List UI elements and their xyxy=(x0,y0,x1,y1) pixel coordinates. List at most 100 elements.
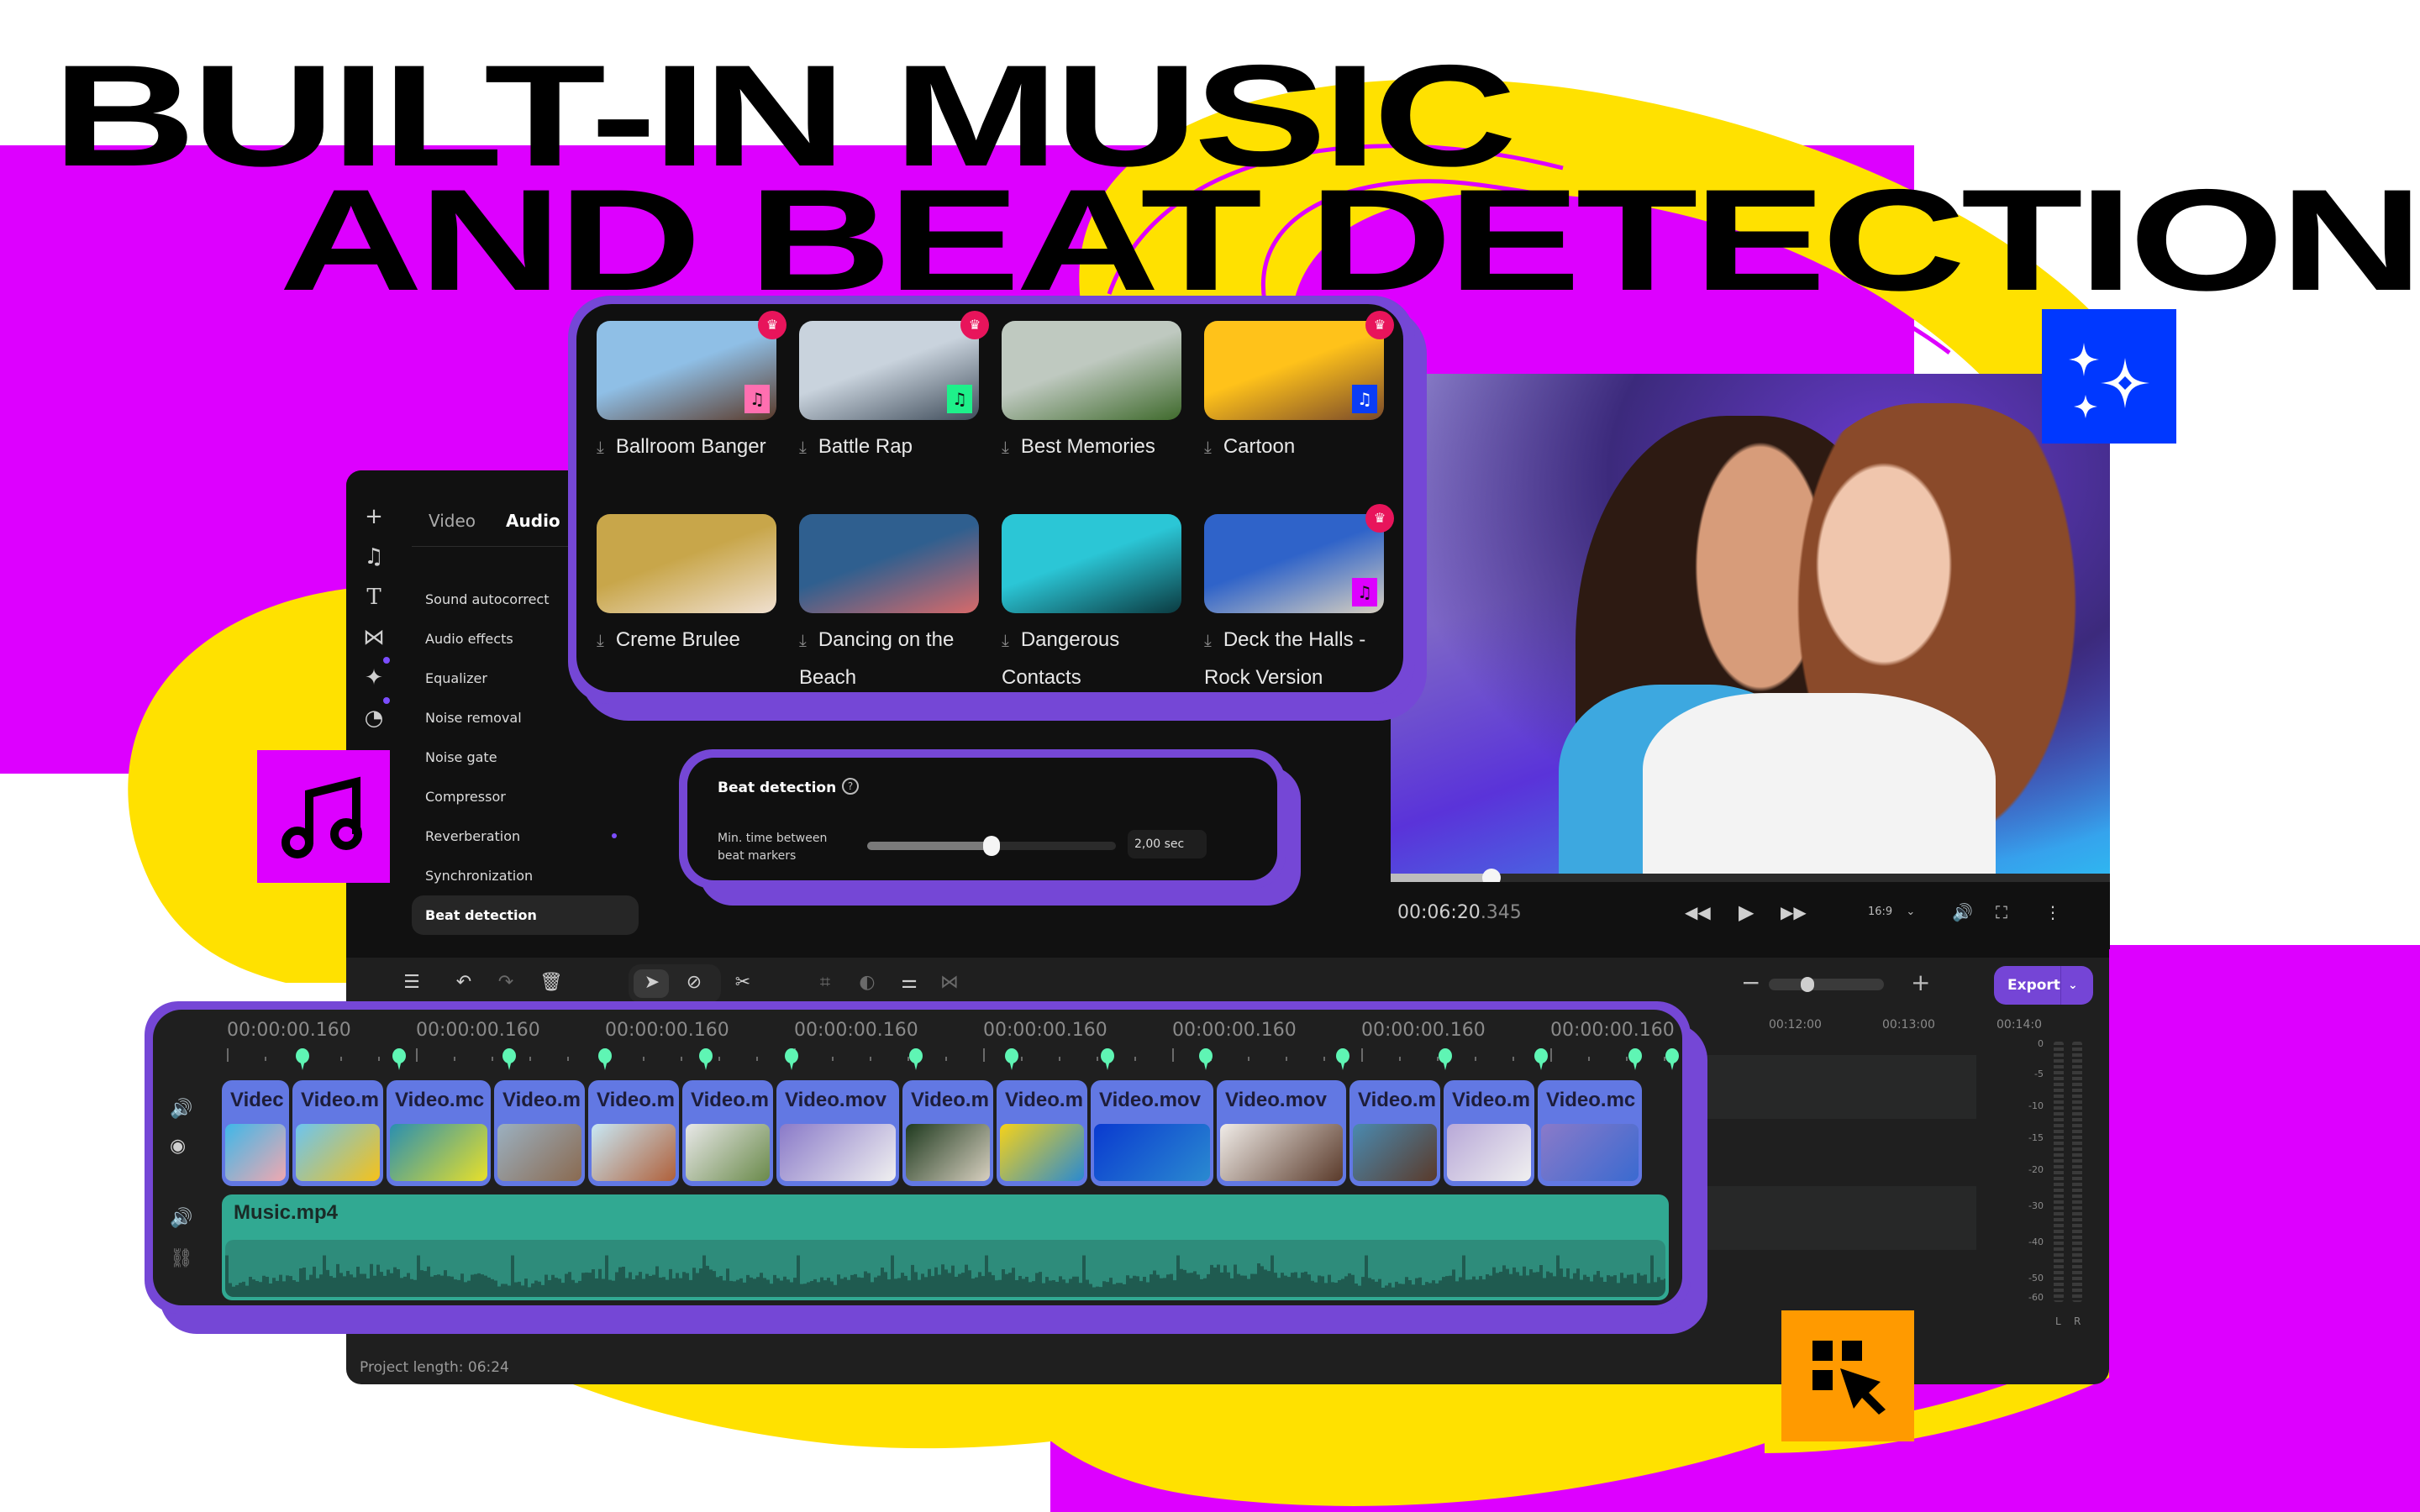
video-clip[interactable]: Video.mov xyxy=(776,1080,899,1186)
playback-scrubber[interactable] xyxy=(1391,869,2110,887)
download-icon[interactable]: ⤓ xyxy=(799,632,807,650)
video-clip[interactable]: Video.m xyxy=(1349,1080,1440,1186)
beat-marker[interactable] xyxy=(598,1048,612,1070)
download-icon[interactable]: ⤓ xyxy=(799,438,807,457)
beat-marker[interactable] xyxy=(1101,1048,1114,1070)
cut-icon[interactable]: ✂ xyxy=(729,969,756,996)
download-icon[interactable]: ⤓ xyxy=(597,632,604,650)
tab-audio[interactable]: Audio xyxy=(506,511,560,531)
select-icon[interactable]: ➤ xyxy=(639,969,666,996)
aspect-ratio-select[interactable]: 16:9 ⌄ xyxy=(1868,906,1915,918)
clip-thumbnail xyxy=(497,1124,581,1181)
fast-forward-icon[interactable]: ▶▶ xyxy=(1781,900,1807,924)
beat-marker[interactable] xyxy=(1199,1048,1213,1070)
stickers-icon[interactable]: ◔ xyxy=(361,706,387,731)
music-track-card[interactable]: ♫ ⤓ Ballroom Banger xyxy=(597,321,776,466)
download-icon[interactable]: ⤓ xyxy=(1002,438,1009,457)
video-clip[interactable]: Video.m xyxy=(902,1080,993,1186)
zoom-out-button[interactable]: − xyxy=(1741,971,1760,995)
video-clip[interactable]: Videc xyxy=(222,1080,289,1186)
export-button[interactable]: Export ⌄ xyxy=(1994,966,2093,1005)
beat-marker[interactable] xyxy=(1439,1048,1452,1070)
zoom-slider-thumb[interactable] xyxy=(1801,977,1815,992)
unlink-icon[interactable]: ⛓ xyxy=(170,1248,193,1269)
sidebar-item-reverberation[interactable]: Reverberation xyxy=(412,816,639,856)
video-clip[interactable]: Video.m xyxy=(494,1080,585,1186)
color-icon[interactable]: ◐ xyxy=(854,969,881,996)
beat-marker[interactable] xyxy=(1665,1048,1679,1070)
video-clip[interactable]: Video.m xyxy=(997,1080,1087,1186)
ruler-minor-tick xyxy=(529,1057,531,1061)
question-circle-icon[interactable]: ? xyxy=(842,778,859,795)
beat-marker[interactable] xyxy=(1005,1048,1018,1070)
music-track-card[interactable]: ⤓ Dangerous Contacts xyxy=(1002,514,1181,692)
music-track-card[interactable]: ♫ ⤓ Cartoon xyxy=(1204,321,1384,466)
beat-marker[interactable] xyxy=(502,1048,516,1070)
add-track-icon[interactable]: ☰ xyxy=(398,969,425,996)
music-track-card[interactable]: ⤓ Dancing on the Beach xyxy=(799,514,979,692)
music-track-card[interactable]: ♫ ⤓ Battle Rap xyxy=(799,321,979,466)
music-track-card[interactable]: ♫ ⤓ Deck the Halls - Rock Version xyxy=(1204,514,1384,692)
video-clip[interactable]: Video.mov xyxy=(1217,1080,1346,1186)
min-time-value-input[interactable]: 2,00 sec xyxy=(1128,830,1207,858)
zoom-in-button[interactable]: + xyxy=(1911,971,1930,995)
fullscreen-icon[interactable]: ⛶ xyxy=(1996,900,2007,924)
sidebar-item-synchronization[interactable]: Synchronization xyxy=(412,856,639,895)
chevron-down-icon[interactable]: ⌄ xyxy=(2068,966,2078,1005)
download-icon[interactable]: ⤓ xyxy=(1204,632,1212,650)
video-clip[interactable]: Video.mov xyxy=(1091,1080,1213,1186)
sidebar-item-beat-detection[interactable]: Beat detection xyxy=(412,895,639,935)
sidebar-item-compressor[interactable]: Compressor xyxy=(412,777,639,816)
beat-marker[interactable] xyxy=(785,1048,798,1070)
video-preview[interactable] xyxy=(1391,374,2110,874)
video-clip[interactable]: Video.m xyxy=(588,1080,679,1186)
text-icon[interactable]: T xyxy=(361,585,387,610)
volume-icon[interactable]: 🔊 xyxy=(170,1208,192,1229)
volume-icon[interactable]: 🔊 xyxy=(170,1099,192,1120)
music-track-card[interactable]: ⤓ Creme Brulee xyxy=(597,514,776,659)
min-time-slider[interactable] xyxy=(867,836,1116,856)
ruler-minor-tick xyxy=(681,1057,682,1061)
adjust-icon[interactable]: ⚌ xyxy=(896,969,923,996)
magic-icon[interactable]: ✦ xyxy=(361,665,387,690)
more-icon[interactable]: ⋮ xyxy=(2044,900,2061,924)
tab-video[interactable]: Video xyxy=(429,511,476,531)
rewind-icon[interactable]: ◀◀ xyxy=(1685,900,1711,924)
video-clip[interactable]: Video.m xyxy=(292,1080,383,1186)
snap-icon[interactable]: ⊘ xyxy=(681,969,708,996)
redo-icon[interactable]: ↷ xyxy=(492,969,519,996)
beat-marker[interactable] xyxy=(1336,1048,1349,1070)
transition-icon[interactable]: ⋈ xyxy=(936,969,963,996)
transitions-icon[interactable]: ⋈ xyxy=(361,625,387,650)
video-clip[interactable]: Video.mc xyxy=(1538,1080,1642,1186)
download-icon[interactable]: ⤓ xyxy=(597,438,604,457)
music-icon[interactable]: ♫ xyxy=(361,544,387,570)
video-clip[interactable]: Video.m xyxy=(1444,1080,1534,1186)
download-icon[interactable]: ⤓ xyxy=(1204,438,1212,457)
music-clip[interactable]: Music.mp4 xyxy=(222,1194,1669,1300)
crop-icon[interactable]: ⌗ xyxy=(812,969,839,996)
timeline-zoom-slider[interactable] xyxy=(1769,977,1884,992)
min-time-label: Min. time between beat markers xyxy=(718,832,828,863)
ruler-minor-tick xyxy=(1512,1057,1514,1061)
music-track-card[interactable]: ⤓ Best Memories xyxy=(1002,321,1181,466)
volume-icon[interactable]: 🔊 xyxy=(1952,900,1973,924)
beat-marker[interactable] xyxy=(909,1048,923,1070)
beat-marker[interactable] xyxy=(296,1048,309,1070)
video-clip[interactable]: Video.m xyxy=(682,1080,773,1186)
slider-thumb[interactable] xyxy=(983,836,1000,856)
video-clip[interactable]: Video.mc xyxy=(387,1080,491,1186)
beat-marker[interactable] xyxy=(699,1048,713,1070)
sidebar-item-noise-gate[interactable]: Noise gate xyxy=(412,738,639,777)
beat-marker[interactable] xyxy=(1628,1048,1642,1070)
beat-marker[interactable] xyxy=(392,1048,406,1070)
ruler-label: 00:00:00.160 xyxy=(1550,1020,1675,1041)
download-icon[interactable]: ⤓ xyxy=(1002,632,1009,650)
plus-icon[interactable]: + xyxy=(361,504,387,529)
track-thumbnail xyxy=(597,514,776,613)
delete-icon[interactable]: 🗑 xyxy=(538,969,565,996)
beat-marker[interactable] xyxy=(1534,1048,1548,1070)
undo-icon[interactable]: ↶ xyxy=(450,969,477,996)
eye-icon[interactable]: ◉ xyxy=(170,1136,186,1157)
play-icon[interactable]: ▶ xyxy=(1739,900,1754,924)
